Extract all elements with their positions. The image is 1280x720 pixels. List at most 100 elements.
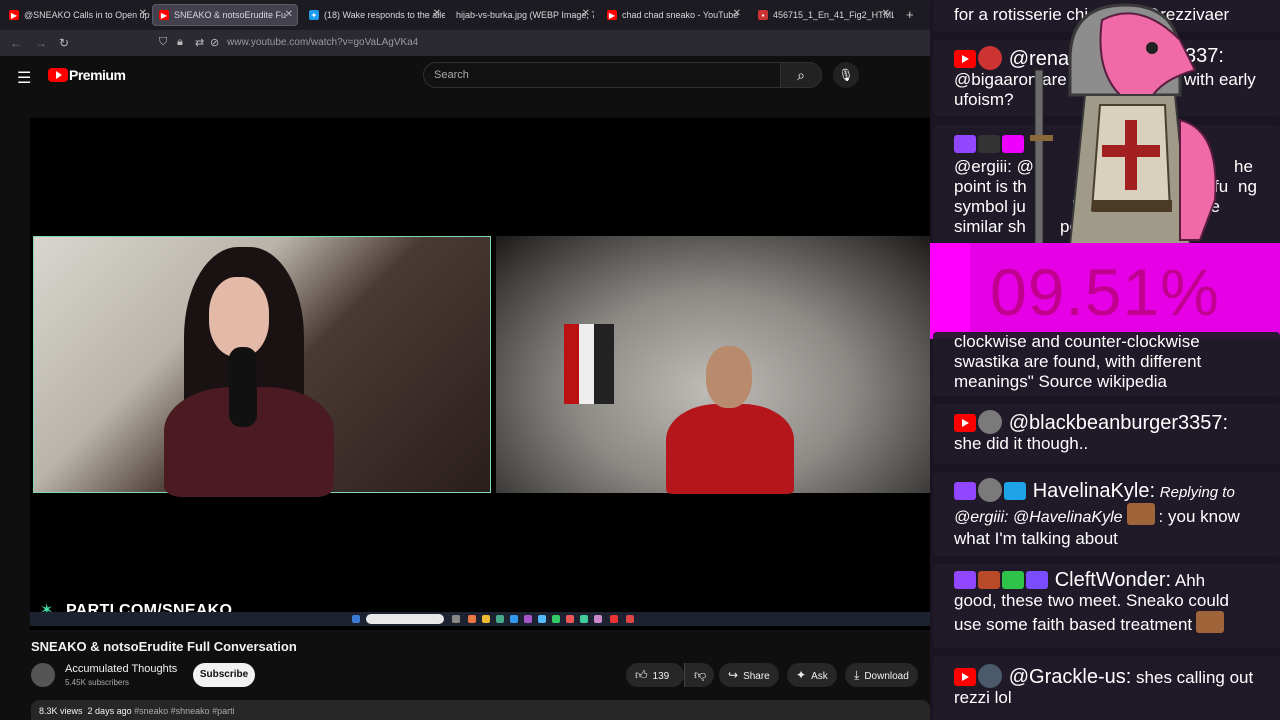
app-icon — [496, 615, 504, 623]
chat-username: @blackbeanburger3357: — [1008, 412, 1229, 434]
thumbs-up-icon: 👍︎ — [635, 668, 648, 682]
crown-badge-icon — [1004, 482, 1026, 500]
thumbs-down-icon: 👎︎ — [694, 668, 707, 682]
youtube-logo-icon[interactable] — [48, 68, 68, 82]
channel-avatar[interactable] — [31, 663, 55, 687]
close-icon[interactable]: ✕ — [882, 8, 890, 19]
user-avatar — [978, 410, 1002, 434]
chat-text: point is th — [954, 177, 1027, 196]
search-button[interactable]: ⌕ — [780, 62, 822, 88]
url-text[interactable]: www.youtube.com/watch?v=goVaLAgVKa4 — [227, 37, 418, 48]
person-face — [209, 277, 269, 357]
close-icon[interactable]: ✕ — [582, 8, 590, 19]
browser-tab[interactable]: hijab-vs-burka.jpg (WEBP Image, 75 ✕ — [450, 4, 594, 26]
youtube-badge-icon — [954, 414, 976, 432]
download-icon: ⤓ — [854, 668, 860, 682]
twitch-badge-icon — [954, 135, 976, 153]
video-player[interactable]: ✶ PARTI.COM/SNEAKO — [30, 118, 930, 630]
user-badge — [1002, 135, 1024, 153]
new-tab-button[interactable]: + — [906, 7, 914, 22]
video-description[interactable]: 8.3K views 2 days ago #sneako #shneako #… — [31, 700, 930, 720]
twitch-badge-icon — [954, 571, 976, 589]
reply-target: @ergiii: @HavelinaKyle — [954, 509, 1123, 526]
app-icon — [524, 615, 532, 623]
knight-mascot — [1030, 3, 1217, 245]
shield-icon[interactable]: ⛉ — [159, 36, 167, 49]
chat-text: clockwise and counter-clockwise — [954, 332, 1200, 351]
video-taskbar — [30, 612, 930, 626]
browser-tab[interactable]: ▶ chad chad sneako - YouTube ✕ — [601, 4, 745, 26]
taskbar-search — [366, 614, 444, 624]
sparkle-icon: ✦ — [796, 668, 807, 682]
share-button[interactable]: ↪ Share — [719, 663, 779, 687]
user-badge — [978, 571, 1000, 589]
windows-icon — [352, 615, 360, 623]
app-icon — [538, 615, 546, 623]
chat-text: what I'm talking about — [954, 529, 1118, 548]
reload-icon[interactable]: ↻ — [59, 36, 69, 50]
chat-text: similar sh — [954, 217, 1026, 236]
chat-username: CleftWonder: — [1054, 569, 1172, 591]
chat-message: @Grackle-us: shes calling out rezzi lol — [933, 656, 1280, 720]
close-icon[interactable]: ✕ — [433, 8, 441, 19]
search-icon: ⌕ — [797, 67, 805, 83]
blocked-icon[interactable]: ⊘ — [210, 36, 219, 49]
youtube-logo-text[interactable]: Premium — [69, 67, 126, 83]
tab-title: SNEAKO & notsoErudite Fu — [174, 10, 287, 20]
youtube-icon: ▶ — [607, 10, 617, 20]
clothes-rack — [564, 324, 614, 404]
user-avatar — [978, 664, 1002, 688]
browser-tab-active[interactable]: ▶ SNEAKO & notsoErudite Fu ✕ — [152, 4, 298, 26]
tab-title: hijab-vs-burka.jpg (WEBP Image, 75 — [456, 10, 594, 20]
chat-text: @ergiii: @ — [954, 157, 1034, 176]
close-icon[interactable]: ✕ — [285, 9, 293, 20]
app-icon — [566, 615, 574, 623]
lock-icon[interactable]: 🔒︎ — [177, 36, 183, 49]
dislike-button[interactable]: 👎︎ — [684, 663, 714, 687]
app-icon — [468, 615, 476, 623]
chat-text: meanings" Source wikipedia — [954, 372, 1167, 391]
subscriber-count: 5.45K subscribers — [65, 678, 130, 687]
ask-button[interactable]: ✦ Ask — [787, 663, 837, 687]
reply-label: Replying to — [1159, 484, 1235, 501]
share-icon: ↪ — [728, 668, 739, 682]
subscribe-button[interactable]: Subscribe — [193, 663, 255, 687]
microphone — [229, 347, 257, 427]
browser-tab[interactable]: ▶ @SNEAKO Calls in to Open up ✕ — [3, 4, 151, 26]
app-icon — [452, 615, 460, 623]
share-label: Share — [743, 671, 770, 682]
webcam-right — [496, 236, 930, 494]
youtube-badge-icon — [954, 668, 976, 686]
image-file-icon: ▪ — [758, 10, 768, 20]
channel-name[interactable]: Accumulated Thoughts — [65, 663, 177, 675]
back-icon[interactable]: ← — [10, 36, 22, 50]
chat-text: use some faith based treatment — [954, 615, 1193, 634]
download-button[interactable]: ⤓ Download — [845, 663, 918, 687]
browser-tab[interactable]: ✦ (18) Wake responds to the alleg ✕ — [303, 4, 445, 26]
sword-badge-icon — [1002, 571, 1024, 589]
menu-icon[interactable]: ☰ — [17, 68, 31, 88]
microphone-icon: 🎙︎ — [838, 68, 854, 82]
close-icon[interactable]: ✕ — [733, 8, 741, 19]
chat-text: ng — [1238, 177, 1257, 196]
progress-percent: 09.51% — [990, 255, 1220, 329]
upload-date: 2 days ago — [87, 706, 132, 716]
address-bar: ← → ↻ ⛉ 🔒︎ ⇄ ⊘ www.youtube.com/watch?v=g… — [0, 30, 930, 56]
app-icon — [552, 615, 560, 623]
emote — [1196, 611, 1225, 633]
forward-icon[interactable]: → — [35, 36, 47, 50]
chat-text: rezzi lol — [954, 688, 1012, 707]
chat-username: HavelinaKyle: — [1032, 480, 1156, 502]
view-count: 8.3K views — [39, 706, 83, 716]
close-icon[interactable]: ✕ — [139, 8, 147, 19]
search-input[interactable]: Search — [423, 62, 781, 88]
browser-tab[interactable]: ▪ 456715_1_En_41_Fig2_HTML.pn✕ — [752, 4, 894, 26]
microphone-button[interactable]: 🎙︎ — [833, 62, 859, 88]
permissions-icon[interactable]: ⇄ — [195, 36, 204, 49]
chat-username: @Grackle-us: — [1008, 666, 1132, 688]
hashtags[interactable]: #sneako #shneako #parti — [134, 706, 235, 716]
sub-badge-icon — [1026, 571, 1048, 589]
like-button[interactable]: 👍︎ 139 — [626, 663, 684, 687]
chat-message: @blackbeanburger3357: she did it though.… — [933, 404, 1280, 464]
chat-message: clockwise and counter-clockwise swastika… — [933, 332, 1280, 396]
